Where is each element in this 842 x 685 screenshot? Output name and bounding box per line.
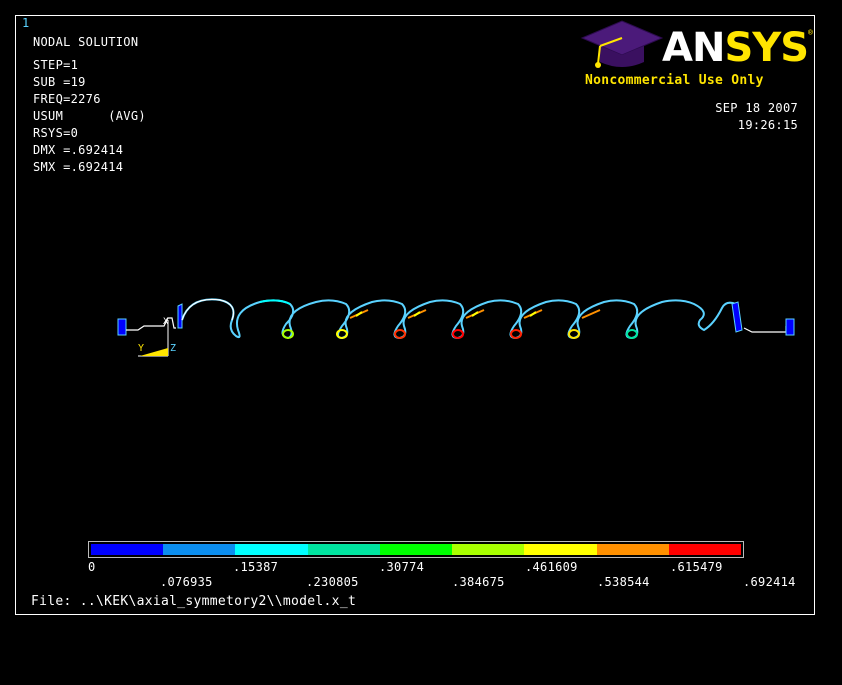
legend-label: .692414 [743,575,796,589]
legend-color-segment [668,544,741,555]
info-sub: SUB =19 [33,75,86,89]
legend-color-segment [379,544,453,555]
triad-z-label: Z [170,343,176,354]
legend-label: .15387 [233,560,279,574]
contour-legend-bar [88,541,744,558]
legend-color-segment [524,544,597,555]
info-smx: SMX =.692414 [33,160,124,174]
legend-label: .230805 [306,575,359,589]
noncommercial-notice: Noncommercial Use Only [585,73,764,88]
legend-color-segment [307,544,380,555]
info-freq: FREQ=2276 [33,92,101,106]
ansys-wordmark: ANSYS [662,25,809,71]
legend-color-segment [596,544,669,555]
legend-label: 0 [88,560,96,574]
time-label: 19:26:15 [737,118,798,132]
solution-info: NODAL SOLUTION STEP=1 SUB =19 FREQ=2276 … [33,34,146,176]
date-label: SEP 18 2007 [715,101,798,115]
legend-label: .461609 [525,560,578,574]
model-plot: X Y Z [117,298,795,357]
triad-y-label: Y [138,343,144,354]
window-number: 1 [22,16,30,30]
registered-mark: ® [808,28,813,37]
info-step: STEP=1 [33,58,79,72]
info-dmx: DMX =.692414 [33,143,124,157]
timestamp: SEP 18 2007 19:26:15 [715,100,798,134]
legend-label: .076935 [160,575,213,589]
triad-x-label: X [163,317,169,327]
info-rsys: RSYS=0 [33,126,79,140]
legend-color-segment [91,544,164,555]
legend-color-segment [163,544,236,555]
legend-label: .30774 [379,560,425,574]
legend-label: .538544 [597,575,650,589]
solution-title: NODAL SOLUTION [33,35,139,49]
legend-label: .384675 [452,575,505,589]
legend-color-segment [452,544,525,555]
legend-label: .615479 [670,560,723,574]
file-path: File: ..\KEK\axial_symmetory2\\model.x_t [31,594,357,609]
info-usum: USUM (AVG) [33,109,146,123]
legend-color-segment [235,544,308,555]
